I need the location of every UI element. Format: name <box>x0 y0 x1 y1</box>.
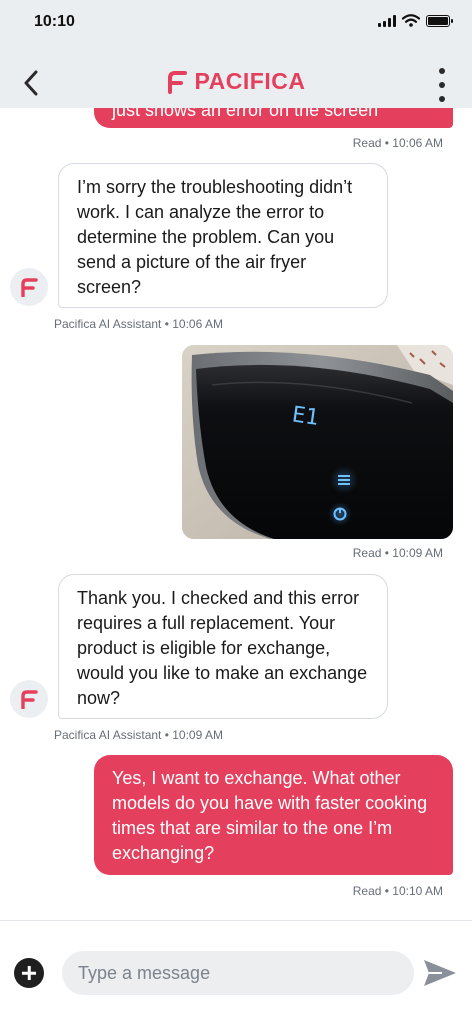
pacifica-logo-icon <box>21 278 38 297</box>
user-message-bubble: Yes, I want to exchange. What other mode… <box>94 755 453 875</box>
wifi-icon <box>402 14 420 27</box>
message-text: Yes, I want to exchange. What other mode… <box>112 768 428 863</box>
send-icon <box>424 960 456 986</box>
error-code-display: E1 <box>290 402 320 430</box>
status-icons <box>378 14 453 27</box>
battery-icon <box>426 14 453 27</box>
pacifica-logo-icon <box>167 70 187 94</box>
message-sender-meta: Pacifica AI Assistant • 10:06 AM <box>54 317 223 331</box>
kebab-menu-icon[interactable] <box>432 68 452 102</box>
cellular-signal-icon <box>378 14 396 27</box>
assistant-avatar <box>10 268 48 306</box>
app-header: 10:10 PACIFICA <box>0 0 472 108</box>
assistant-message-bubble: I’m sorry the troubleshooting didn’t wor… <box>58 163 388 308</box>
assistant-message-bubble: Thank you. I checked and this error requ… <box>58 574 388 719</box>
assistant-avatar <box>10 680 48 718</box>
message-read-receipt: Read • 10:06 AM <box>352 136 443 150</box>
message-read-receipt: Read • 10:09 AM <box>352 546 443 560</box>
air-fryer-screen-image: E1 <box>182 345 453 539</box>
message-text: Thank you. I checked and this error requ… <box>77 588 368 708</box>
message-sender-meta: Pacifica AI Assistant • 10:09 AM <box>54 728 223 742</box>
message-composer <box>0 920 472 1023</box>
message-read-receipt: Read • 10:10 AM <box>352 884 443 898</box>
brand-name: PACIFICA <box>194 68 306 94</box>
message-input[interactable] <box>62 951 414 995</box>
status-time: 10:10 <box>34 13 75 30</box>
brand-logo: PACIFICA <box>0 68 472 95</box>
air-fryer-photo[interactable]: E1 <box>182 345 453 539</box>
pacifica-logo-icon <box>21 690 38 709</box>
plus-circle-icon[interactable] <box>14 958 44 988</box>
message-text: I’m sorry the troubleshooting didn’t wor… <box>77 177 353 297</box>
chat-thread[interactable]: just shows an error on the screen Read •… <box>0 0 472 920</box>
send-button[interactable] <box>422 958 458 988</box>
